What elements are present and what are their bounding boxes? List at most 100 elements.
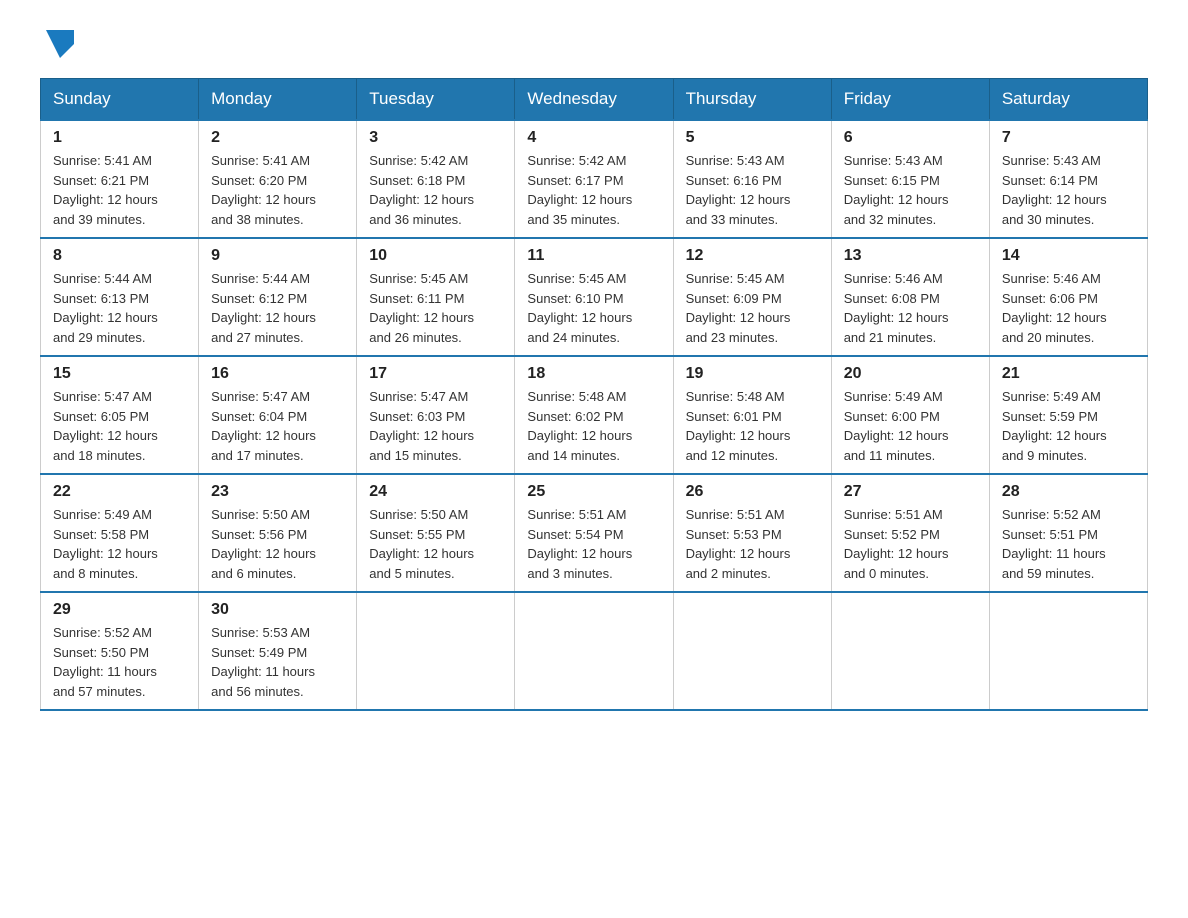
- day-info: Sunrise: 5:48 AMSunset: 6:01 PMDaylight:…: [686, 387, 819, 465]
- calendar-day-cell: [673, 592, 831, 710]
- day-info: Sunrise: 5:43 AMSunset: 6:16 PMDaylight:…: [686, 151, 819, 229]
- header-wednesday: Wednesday: [515, 79, 673, 121]
- day-info: Sunrise: 5:51 AMSunset: 5:52 PMDaylight:…: [844, 505, 977, 583]
- calendar-day-cell: 6 Sunrise: 5:43 AMSunset: 6:15 PMDayligh…: [831, 120, 989, 238]
- calendar-day-cell: 2 Sunrise: 5:41 AMSunset: 6:20 PMDayligh…: [199, 120, 357, 238]
- calendar-day-cell: 22 Sunrise: 5:49 AMSunset: 5:58 PMDaylig…: [41, 474, 199, 592]
- day-info: Sunrise: 5:42 AMSunset: 6:18 PMDaylight:…: [369, 151, 502, 229]
- day-number: 16: [211, 365, 344, 383]
- day-number: 3: [369, 129, 502, 147]
- day-number: 13: [844, 247, 977, 265]
- days-header-row: Sunday Monday Tuesday Wednesday Thursday…: [41, 79, 1148, 121]
- day-info: Sunrise: 5:50 AMSunset: 5:56 PMDaylight:…: [211, 505, 344, 583]
- day-number: 2: [211, 129, 344, 147]
- day-info: Sunrise: 5:49 AMSunset: 5:58 PMDaylight:…: [53, 505, 186, 583]
- calendar-day-cell: 18 Sunrise: 5:48 AMSunset: 6:02 PMDaylig…: [515, 356, 673, 474]
- day-number: 22: [53, 483, 186, 501]
- day-info: Sunrise: 5:47 AMSunset: 6:05 PMDaylight:…: [53, 387, 186, 465]
- day-info: Sunrise: 5:49 AMSunset: 6:00 PMDaylight:…: [844, 387, 977, 465]
- calendar-day-cell: 16 Sunrise: 5:47 AMSunset: 6:04 PMDaylig…: [199, 356, 357, 474]
- day-info: Sunrise: 5:42 AMSunset: 6:17 PMDaylight:…: [527, 151, 660, 229]
- day-info: Sunrise: 5:41 AMSunset: 6:20 PMDaylight:…: [211, 151, 344, 229]
- day-info: Sunrise: 5:49 AMSunset: 5:59 PMDaylight:…: [1002, 387, 1135, 465]
- day-info: Sunrise: 5:50 AMSunset: 5:55 PMDaylight:…: [369, 505, 502, 583]
- calendar-day-cell: 27 Sunrise: 5:51 AMSunset: 5:52 PMDaylig…: [831, 474, 989, 592]
- week-row-5: 29 Sunrise: 5:52 AMSunset: 5:50 PMDaylig…: [41, 592, 1148, 710]
- day-info: Sunrise: 5:51 AMSunset: 5:53 PMDaylight:…: [686, 505, 819, 583]
- day-number: 9: [211, 247, 344, 265]
- day-info: Sunrise: 5:47 AMSunset: 6:04 PMDaylight:…: [211, 387, 344, 465]
- calendar-day-cell: 9 Sunrise: 5:44 AMSunset: 6:12 PMDayligh…: [199, 238, 357, 356]
- day-number: 14: [1002, 247, 1135, 265]
- calendar-day-cell: 24 Sunrise: 5:50 AMSunset: 5:55 PMDaylig…: [357, 474, 515, 592]
- calendar-day-cell: 15 Sunrise: 5:47 AMSunset: 6:05 PMDaylig…: [41, 356, 199, 474]
- day-info: Sunrise: 5:48 AMSunset: 6:02 PMDaylight:…: [527, 387, 660, 465]
- day-info: Sunrise: 5:46 AMSunset: 6:06 PMDaylight:…: [1002, 269, 1135, 347]
- calendar-day-cell: 4 Sunrise: 5:42 AMSunset: 6:17 PMDayligh…: [515, 120, 673, 238]
- calendar-day-cell: 26 Sunrise: 5:51 AMSunset: 5:53 PMDaylig…: [673, 474, 831, 592]
- day-info: Sunrise: 5:53 AMSunset: 5:49 PMDaylight:…: [211, 623, 344, 701]
- calendar-day-cell: 10 Sunrise: 5:45 AMSunset: 6:11 PMDaylig…: [357, 238, 515, 356]
- day-number: 11: [527, 247, 660, 265]
- header-saturday: Saturday: [989, 79, 1147, 121]
- calendar-day-cell: 14 Sunrise: 5:46 AMSunset: 6:06 PMDaylig…: [989, 238, 1147, 356]
- calendar-day-cell: [515, 592, 673, 710]
- header-monday: Monday: [199, 79, 357, 121]
- calendar-day-cell: 1 Sunrise: 5:41 AMSunset: 6:21 PMDayligh…: [41, 120, 199, 238]
- header-thursday: Thursday: [673, 79, 831, 121]
- day-info: Sunrise: 5:41 AMSunset: 6:21 PMDaylight:…: [53, 151, 186, 229]
- calendar-day-cell: 3 Sunrise: 5:42 AMSunset: 6:18 PMDayligh…: [357, 120, 515, 238]
- header-sunday: Sunday: [41, 79, 199, 121]
- day-number: 10: [369, 247, 502, 265]
- week-row-2: 8 Sunrise: 5:44 AMSunset: 6:13 PMDayligh…: [41, 238, 1148, 356]
- day-number: 28: [1002, 483, 1135, 501]
- logo: [40, 30, 78, 58]
- day-number: 23: [211, 483, 344, 501]
- day-number: 8: [53, 247, 186, 265]
- calendar-table: Sunday Monday Tuesday Wednesday Thursday…: [40, 78, 1148, 711]
- day-number: 19: [686, 365, 819, 383]
- calendar-day-cell: [989, 592, 1147, 710]
- day-number: 25: [527, 483, 660, 501]
- day-number: 26: [686, 483, 819, 501]
- calendar-day-cell: 17 Sunrise: 5:47 AMSunset: 6:03 PMDaylig…: [357, 356, 515, 474]
- header-tuesday: Tuesday: [357, 79, 515, 121]
- page-header: [40, 30, 1148, 58]
- calendar-day-cell: 7 Sunrise: 5:43 AMSunset: 6:14 PMDayligh…: [989, 120, 1147, 238]
- day-number: 17: [369, 365, 502, 383]
- day-info: Sunrise: 5:51 AMSunset: 5:54 PMDaylight:…: [527, 505, 660, 583]
- day-info: Sunrise: 5:45 AMSunset: 6:10 PMDaylight:…: [527, 269, 660, 347]
- calendar-day-cell: [831, 592, 989, 710]
- day-number: 18: [527, 365, 660, 383]
- calendar-day-cell: 5 Sunrise: 5:43 AMSunset: 6:16 PMDayligh…: [673, 120, 831, 238]
- calendar-day-cell: 19 Sunrise: 5:48 AMSunset: 6:01 PMDaylig…: [673, 356, 831, 474]
- day-info: Sunrise: 5:45 AMSunset: 6:11 PMDaylight:…: [369, 269, 502, 347]
- day-number: 6: [844, 129, 977, 147]
- day-info: Sunrise: 5:52 AMSunset: 5:50 PMDaylight:…: [53, 623, 186, 701]
- day-info: Sunrise: 5:44 AMSunset: 6:12 PMDaylight:…: [211, 269, 344, 347]
- calendar-day-cell: 8 Sunrise: 5:44 AMSunset: 6:13 PMDayligh…: [41, 238, 199, 356]
- day-number: 30: [211, 601, 344, 619]
- day-info: Sunrise: 5:52 AMSunset: 5:51 PMDaylight:…: [1002, 505, 1135, 583]
- calendar-day-cell: 13 Sunrise: 5:46 AMSunset: 6:08 PMDaylig…: [831, 238, 989, 356]
- calendar-day-cell: 30 Sunrise: 5:53 AMSunset: 5:49 PMDaylig…: [199, 592, 357, 710]
- calendar-day-cell: 29 Sunrise: 5:52 AMSunset: 5:50 PMDaylig…: [41, 592, 199, 710]
- week-row-3: 15 Sunrise: 5:47 AMSunset: 6:05 PMDaylig…: [41, 356, 1148, 474]
- day-number: 24: [369, 483, 502, 501]
- calendar-day-cell: 21 Sunrise: 5:49 AMSunset: 5:59 PMDaylig…: [989, 356, 1147, 474]
- day-number: 27: [844, 483, 977, 501]
- day-info: Sunrise: 5:46 AMSunset: 6:08 PMDaylight:…: [844, 269, 977, 347]
- day-number: 15: [53, 365, 186, 383]
- calendar-day-cell: 25 Sunrise: 5:51 AMSunset: 5:54 PMDaylig…: [515, 474, 673, 592]
- day-info: Sunrise: 5:43 AMSunset: 6:14 PMDaylight:…: [1002, 151, 1135, 229]
- day-number: 5: [686, 129, 819, 147]
- day-number: 12: [686, 247, 819, 265]
- logo-icon: [46, 30, 74, 58]
- day-number: 20: [844, 365, 977, 383]
- calendar-day-cell: 28 Sunrise: 5:52 AMSunset: 5:51 PMDaylig…: [989, 474, 1147, 592]
- header-friday: Friday: [831, 79, 989, 121]
- week-row-1: 1 Sunrise: 5:41 AMSunset: 6:21 PMDayligh…: [41, 120, 1148, 238]
- day-info: Sunrise: 5:47 AMSunset: 6:03 PMDaylight:…: [369, 387, 502, 465]
- day-info: Sunrise: 5:44 AMSunset: 6:13 PMDaylight:…: [53, 269, 186, 347]
- day-number: 1: [53, 129, 186, 147]
